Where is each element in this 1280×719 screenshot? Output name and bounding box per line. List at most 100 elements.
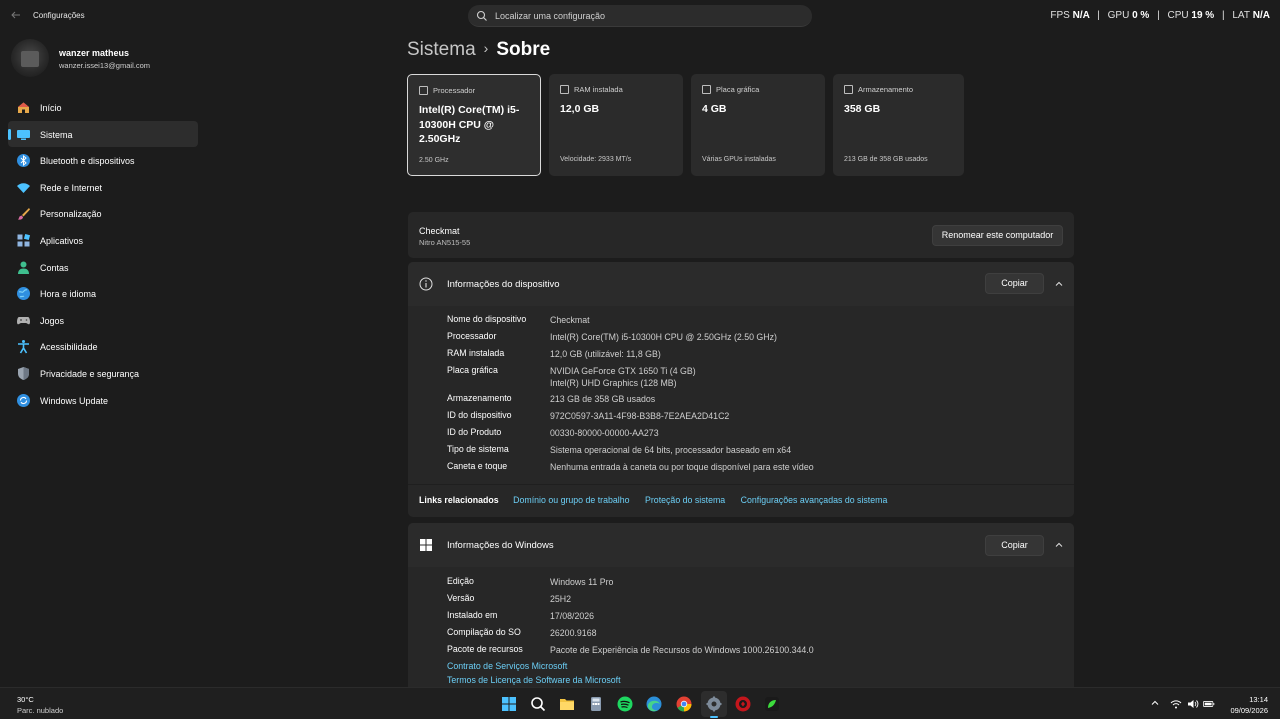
user-email: wanzer.issei13@gmail.com — [59, 61, 150, 70]
breadcrumb-parent[interactable]: Sistema — [407, 39, 476, 60]
sidebar-item-contas[interactable]: Contas — [8, 254, 198, 281]
wifi-icon — [17, 183, 30, 193]
info-value: Nenhuma entrada à caneta ou por toque di… — [550, 462, 814, 472]
spec-foot: Várias GPUs instaladas — [702, 156, 776, 163]
chrome-icon[interactable] — [675, 695, 693, 713]
sidebar-item-personalizacao[interactable]: Personalização — [8, 200, 198, 227]
chevron-up-icon[interactable] — [1054, 279, 1064, 289]
spec-foot: Velocidade: 2933 MT/s — [560, 156, 632, 163]
overlay-separator: | — [1157, 10, 1160, 21]
app-title: Configurações — [33, 11, 85, 20]
windows-info-header[interactable]: Informações do Windows Copiar — [408, 523, 1074, 567]
info-key: Processador — [447, 331, 497, 341]
cpu-value: 19 % — [1191, 10, 1215, 21]
sidebar-item-aplicativos[interactable]: Aplicativos — [8, 227, 198, 254]
info-value: Sistema operacional de 64 bits, processa… — [550, 445, 792, 455]
green-app-icon[interactable] — [763, 695, 781, 713]
spec-title: Placa gráfica — [716, 85, 760, 94]
sidebar-item-label: Bluetooth e dispositivos — [40, 156, 135, 167]
chevron-up-icon[interactable] — [1054, 540, 1064, 550]
spec-title: RAM instalada — [574, 85, 623, 94]
calculator-icon[interactable] — [587, 695, 605, 713]
info-key: ID do dispositivo — [447, 410, 512, 420]
link-domain-workgroup[interactable]: Domínio ou grupo de trabalho — [513, 495, 629, 505]
sidebar-nav: Início Sistema Bluetooth e dispositivos … — [8, 94, 198, 413]
performance-overlay: FPS N/A | GPU 0 % | CPU 19 % | LAT N/A — [1050, 10, 1270, 21]
info-value: 00330-80000-00000-AA273 — [550, 428, 659, 438]
avatar[interactable] — [11, 39, 49, 77]
copy-windows-info-button[interactable]: Copiar — [985, 535, 1044, 556]
sidebar-item-bluetooth[interactable]: Bluetooth e dispositivos — [8, 147, 198, 174]
sidebar-item-sistema[interactable]: Sistema — [8, 120, 198, 148]
shield-icon — [18, 366, 29, 380]
apps-icon — [17, 233, 31, 247]
sidebar-item-privacidade[interactable]: Privacidade e segurança — [8, 360, 198, 387]
device-info-header[interactable]: Informações do dispositivo Copiar — [408, 262, 1074, 306]
sidebar-item-inicio[interactable]: Início — [8, 94, 198, 121]
link-system-protection[interactable]: Proteção do sistema — [645, 495, 725, 505]
sidebar-item-label: Aplicativos — [40, 235, 84, 246]
sidebar-item-acessibilidade[interactable]: Acessibilidade — [8, 333, 198, 360]
chevron-up-icon[interactable] — [1150, 698, 1162, 710]
edge-icon[interactable] — [645, 695, 663, 713]
weather-temperature[interactable]: 30°C — [17, 695, 34, 704]
computer-model: Nitro AN515-55 — [419, 238, 471, 247]
sidebar-item-label: Início — [40, 103, 62, 113]
info-value: 213 GB de 358 GB usados — [550, 394, 656, 404]
sidebar-item-jogos[interactable]: Jogos — [8, 307, 198, 334]
link-microsoft-license-terms[interactable]: Termos de Licença de Software da Microso… — [447, 675, 621, 685]
breadcrumb: Sistema › Sobre — [407, 39, 550, 61]
wifi-icon[interactable] — [1170, 698, 1182, 710]
back-arrow-icon[interactable] — [10, 9, 22, 23]
weather-description[interactable]: Parc. nublado — [17, 706, 63, 715]
sidebar-item-hora-idioma[interactable]: Hora e idioma — [8, 280, 198, 307]
info-key: Instalado em — [447, 610, 498, 620]
battery-icon[interactable] — [1203, 698, 1215, 710]
lat-label: LAT — [1232, 10, 1250, 21]
spec-card-processor[interactable]: Processador Intel(R) Core(TM) i5-10300H … — [407, 74, 541, 176]
spec-foot: 2.50 GHz — [419, 157, 449, 164]
info-icon — [419, 277, 433, 291]
spotify-icon[interactable] — [616, 695, 634, 713]
system-icon — [17, 129, 30, 140]
start-icon[interactable] — [500, 695, 518, 713]
spec-card-gpu[interactable]: Placa gráfica 4 GB Várias GPUs instalada… — [691, 74, 825, 176]
sidebar-item-windows-update[interactable]: Windows Update — [8, 387, 198, 414]
clock-date[interactable]: 09/09/2026 — [1230, 706, 1268, 715]
sidebar-item-label: Privacidade e segurança — [40, 368, 140, 379]
clock-time[interactable]: 13:14 — [1249, 695, 1268, 704]
search-input[interactable] — [495, 8, 795, 24]
gpu-label: GPU — [1107, 10, 1130, 21]
settings-icon[interactable] — [705, 695, 723, 713]
search-icon[interactable] — [529, 695, 547, 713]
file-explorer-icon[interactable] — [558, 695, 576, 713]
spec-value: 4 GB — [702, 103, 727, 115]
info-key: Pacote de recursos — [447, 644, 523, 654]
sidebar-item-rede[interactable]: Rede e Internet — [8, 174, 198, 201]
home-icon — [18, 102, 29, 113]
breadcrumb-separator: › — [483, 40, 489, 56]
cpu-label: CPU — [1167, 10, 1189, 21]
volume-icon[interactable] — [1187, 698, 1199, 710]
rename-computer-button[interactable]: Renomear este computador — [932, 225, 1063, 246]
info-key: RAM instalada — [447, 348, 505, 358]
device-info-panel: Informações do dispositivo Copiar Nome d… — [408, 262, 1074, 517]
gamepad-icon — [17, 316, 30, 325]
account-icon — [18, 261, 29, 274]
info-key: Caneta e toque — [447, 461, 508, 471]
section-title: Informações do dispositivo — [447, 279, 560, 290]
spec-value: 358 GB — [844, 103, 881, 115]
red-app-icon[interactable] — [734, 695, 752, 713]
copy-device-info-button[interactable]: Copiar — [985, 273, 1044, 294]
title-bar: Configurações FPS N/A | GPU 0 % | CPU 19… — [0, 0, 1280, 32]
spec-card-ram[interactable]: RAM instalada 12,0 GB Velocidade: 2933 M… — [549, 74, 683, 176]
overlay-separator: | — [1221, 10, 1225, 21]
spec-value: Intel(R) Core(TM) i5-10300H CPU @ 2.50GH… — [419, 104, 520, 145]
search-box[interactable] — [468, 5, 812, 27]
sidebar-item-label: Acessibilidade — [40, 342, 98, 353]
link-advanced-settings[interactable]: Configurações avançadas do sistema — [741, 495, 888, 505]
link-microsoft-services-agreement[interactable]: Contrato de Serviços Microsoft — [447, 661, 567, 671]
info-value: Intel(R) UHD Graphics (128 MB) — [550, 378, 677, 388]
related-links-label: Links relacionados — [419, 495, 499, 505]
spec-card-storage[interactable]: Armazenamento 358 GB 213 GB de 358 GB us… — [833, 74, 964, 176]
